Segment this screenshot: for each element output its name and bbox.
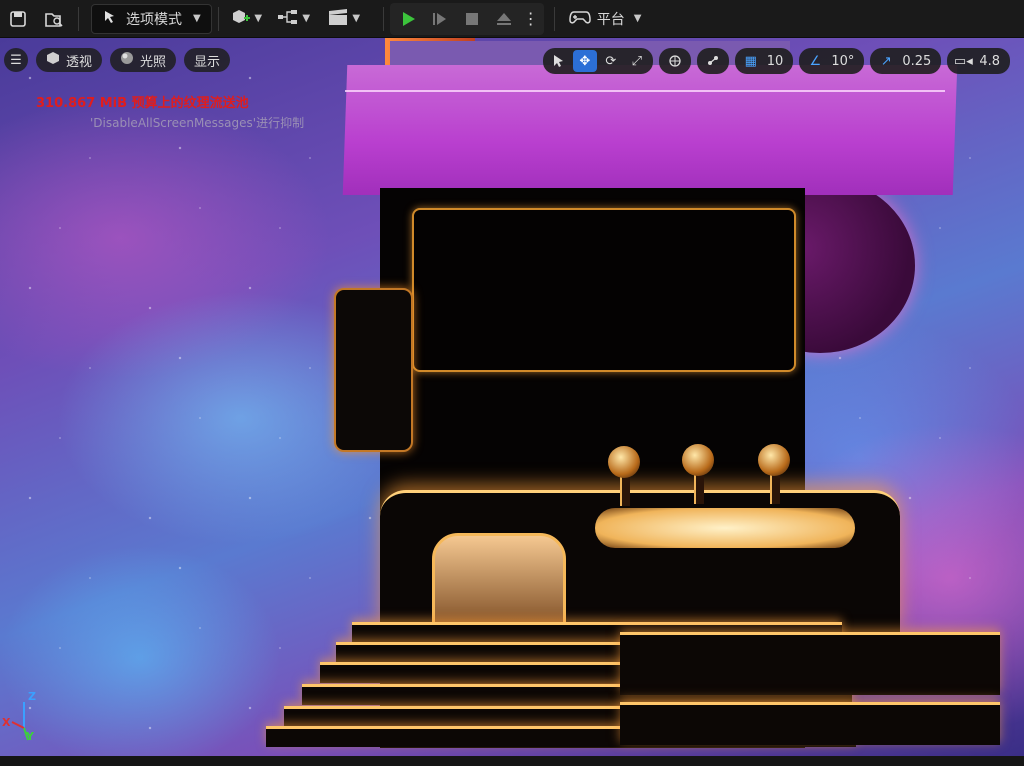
grid-icon: ▦ xyxy=(744,53,757,69)
rotate-icon: ⟳ xyxy=(605,53,617,69)
rotate-tool-button[interactable]: ⟳ xyxy=(599,50,623,72)
axis-y-label: Y xyxy=(26,730,34,743)
toolbar-separator xyxy=(78,6,79,31)
mode-select-button[interactable]: 选项模式 ▼ xyxy=(91,3,212,34)
perspective-button[interactable]: 透视 xyxy=(36,48,103,72)
eject-icon xyxy=(496,12,511,25)
perspective-label: 透视 xyxy=(66,54,93,70)
axis-gizmo: X Y Z xyxy=(2,688,44,748)
content-browser-icon[interactable] xyxy=(36,4,72,34)
play-button[interactable] xyxy=(394,4,422,34)
grid-snap: ▦ 10 xyxy=(734,48,794,74)
joystick-2 xyxy=(682,444,714,476)
joystick-1 xyxy=(608,446,640,478)
camera-icon: ▭◂ xyxy=(953,53,973,69)
show-label: 显示 xyxy=(194,54,221,70)
lit-sphere-icon xyxy=(120,51,134,69)
play-icon xyxy=(402,11,415,26)
toolbar-separator xyxy=(553,6,555,31)
grid-snap-value[interactable]: 10 xyxy=(765,54,790,69)
blueprint-button[interactable]: ▼ xyxy=(269,4,319,34)
stop-button[interactable] xyxy=(458,4,486,34)
coordinate-system xyxy=(658,48,691,74)
camera-speed: ▭◂ 4.8 xyxy=(947,48,1010,74)
gamepad-icon xyxy=(568,9,591,29)
scene-purple-block xyxy=(342,65,958,195)
viewport-left-bar: ☰ 透视 光照 显示 xyxy=(0,48,231,72)
axis-x-label: X xyxy=(2,716,11,729)
stair-step xyxy=(620,702,1000,745)
add-actor-button[interactable]: ▼ xyxy=(225,4,269,34)
scale-snap: ↗ 0.25 xyxy=(870,48,942,74)
transform-tools: ✥ ⟳ ⤢ xyxy=(542,48,653,74)
platforms-button[interactable]: 平台 ▼ xyxy=(561,4,650,34)
cinematics-button[interactable]: ▼ xyxy=(319,4,369,34)
select-tool-button[interactable] xyxy=(547,50,571,72)
cursor-icon xyxy=(553,55,563,67)
advance-frame-button[interactable] xyxy=(426,4,454,34)
surface-snap-button[interactable] xyxy=(701,50,725,72)
chevron-down-icon: ▼ xyxy=(193,13,201,24)
scale-snap-value[interactable]: 0.25 xyxy=(900,54,937,69)
move-arrows-icon: ✥ xyxy=(579,53,591,69)
clapperboard-icon xyxy=(327,8,349,30)
scale-tool-button[interactable]: ⤢ xyxy=(625,50,649,72)
save-icon[interactable] xyxy=(0,4,36,34)
stair-step xyxy=(620,632,1000,695)
arcade-stairs xyxy=(240,622,1000,756)
play-options-button[interactable]: ⋮ xyxy=(522,4,540,34)
scale-icon: ⤢ xyxy=(631,53,642,69)
surface-snap-icon xyxy=(707,56,718,65)
blueprint-icon xyxy=(277,9,299,29)
viewport-menu-button[interactable]: ☰ xyxy=(4,48,28,72)
stop-icon xyxy=(465,12,478,25)
lighting-label: 光照 xyxy=(140,54,167,70)
viewport-right-bar: ✥ ⟳ ⤢ ▦ 10 ∠ 10° ↗ 0.25 ▭◂ 4.8 xyxy=(542,48,1010,74)
scale-snap-toggle[interactable]: ↗ xyxy=(874,50,898,72)
mode-label: 选项模式 xyxy=(126,11,182,28)
angle-snap: ∠ 10° xyxy=(799,48,865,74)
axis-z-label: Z xyxy=(28,690,36,703)
angle-snap-value[interactable]: 10° xyxy=(829,54,860,69)
play-controls: ⋮ xyxy=(389,2,544,35)
chevron-down-icon: ▼ xyxy=(302,13,311,24)
arcade-screen xyxy=(412,208,796,372)
console-glow xyxy=(595,508,855,548)
grid-snap-toggle[interactable]: ▦ xyxy=(739,50,763,72)
toolbar-separator xyxy=(217,6,219,31)
hamburger-icon: ☰ xyxy=(10,52,22,68)
platform-label: 平台 xyxy=(596,11,625,28)
chevron-down-icon: ▼ xyxy=(254,13,263,24)
scale-arrow-icon: ↗ xyxy=(880,53,892,69)
main-toolbar: 选项模式 ▼ ▼ ▼ ▼ ⋮ 平台 ▼ xyxy=(0,0,1024,38)
level-viewport[interactable]: ☰ 透视 光照 显示 ✥ ⟳ ⤢ ▦ 10 ∠ 10° ↗ 0.25 ▭◂ 4.… xyxy=(0,38,1024,756)
world-icon xyxy=(669,55,681,67)
toolbar-separator xyxy=(382,6,384,31)
lighting-button[interactable]: 光照 xyxy=(110,48,177,72)
arcade-slot xyxy=(432,533,566,634)
surface-snap xyxy=(696,48,729,74)
camera-speed-value[interactable]: 4.8 xyxy=(977,54,1006,69)
world-local-button[interactable] xyxy=(663,50,687,72)
show-button[interactable]: 显示 xyxy=(184,48,231,72)
eject-button[interactable] xyxy=(490,4,518,34)
chevron-down-icon: ▼ xyxy=(633,13,642,24)
angle-snap-toggle[interactable]: ∠ xyxy=(803,50,827,72)
joystick-3 xyxy=(758,444,790,476)
bottom-strip xyxy=(0,756,1024,766)
more-vertical-icon: ⋮ xyxy=(522,9,539,28)
translate-tool-button[interactable]: ✥ xyxy=(572,50,597,72)
cube-icon xyxy=(46,51,60,69)
arcade-side-panel xyxy=(334,288,413,452)
suppress-hint: 'DisableAllScreenMessages'进行抑制 xyxy=(90,116,305,130)
texture-pool-warning: 310.867 MiB 预算上的纹理流送池 xyxy=(36,96,249,111)
angle-icon: ∠ xyxy=(809,53,822,69)
add-cube-icon xyxy=(231,8,251,30)
scene-purple-edge xyxy=(345,90,945,92)
camera-speed-button[interactable]: ▭◂ xyxy=(951,50,975,72)
step-forward-icon xyxy=(432,12,446,25)
chevron-down-icon: ▼ xyxy=(352,13,361,24)
select-mode-icon xyxy=(102,9,118,29)
